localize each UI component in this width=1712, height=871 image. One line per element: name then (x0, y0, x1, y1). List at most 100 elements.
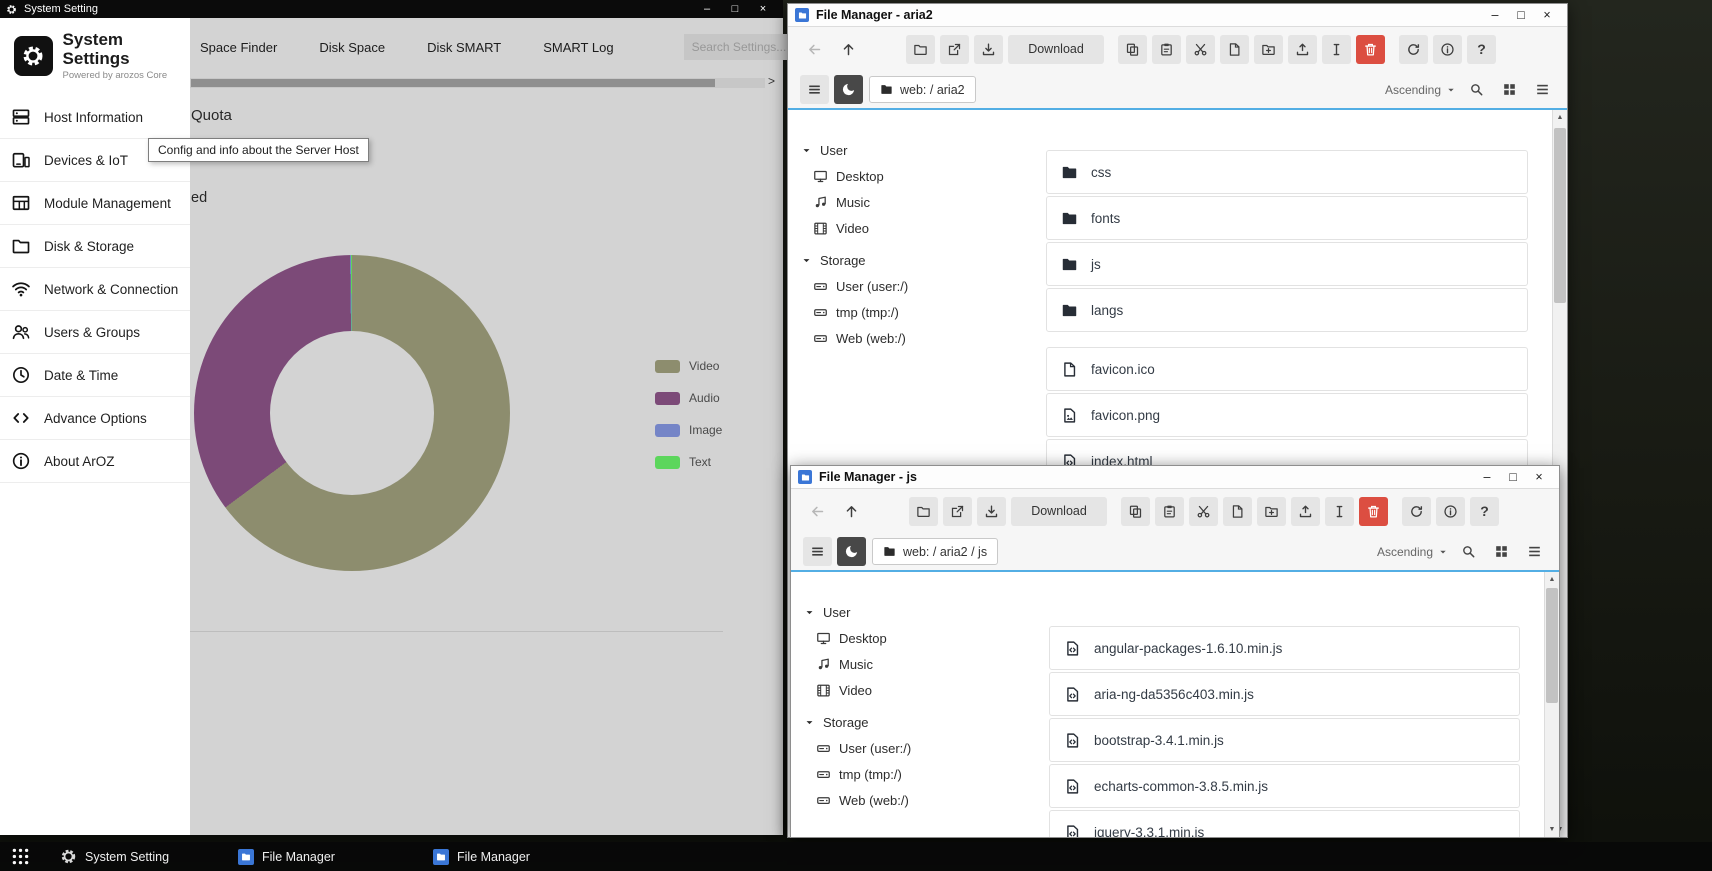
tree-item-web-drive[interactable]: Web (web:/) (804, 787, 1041, 813)
settings-search-input[interactable] (684, 34, 794, 60)
delete-button[interactable] (1356, 35, 1385, 64)
theme-toggle-button[interactable] (834, 75, 863, 104)
sidebar-item-date-time[interactable]: Date & Time (0, 354, 190, 397)
cut-button[interactable] (1186, 35, 1215, 64)
tree-group-user[interactable]: User (804, 599, 1041, 625)
open-folder-button[interactable] (909, 497, 938, 526)
maximize-button[interactable]: □ (1500, 470, 1526, 484)
tree-item-desktop[interactable]: Desktop (804, 625, 1041, 651)
file-row[interactable]: aria-ng-da5356c403.min.js (1049, 672, 1520, 716)
download-button[interactable]: Download (1008, 35, 1104, 64)
up-button[interactable] (837, 497, 866, 526)
file-row[interactable]: favicon.png (1046, 393, 1528, 437)
paste-button[interactable] (1155, 497, 1184, 526)
sidebar-item-disk-storage[interactable]: Disk & Storage (0, 225, 190, 268)
tree-item-video[interactable]: Video (804, 677, 1041, 703)
tree-item-tmp-drive[interactable]: tmp (tmp:/) (801, 299, 1038, 325)
titlebar[interactable]: File Manager - js – □ × (791, 466, 1559, 489)
minimize-button[interactable]: – (1482, 8, 1508, 22)
up-button[interactable] (834, 35, 863, 64)
tab-scrollbar-thumb[interactable] (191, 79, 715, 87)
copy-button[interactable] (1121, 497, 1150, 526)
tree-group-storage[interactable]: Storage (801, 247, 1038, 273)
tree-item-desktop[interactable]: Desktop (801, 163, 1038, 189)
help-button[interactable]: ? (1470, 497, 1499, 526)
file-row[interactable]: js (1046, 242, 1528, 286)
legend-item-image[interactable]: Image (655, 423, 722, 437)
legend-item-video[interactable]: Video (655, 359, 722, 373)
tab-space-finder[interactable]: Space Finder (200, 40, 277, 55)
maximize-button[interactable]: □ (721, 3, 749, 15)
open-folder-button[interactable] (906, 35, 935, 64)
file-row[interactable]: bootstrap-3.4.1.min.js (1049, 718, 1520, 762)
paste-button[interactable] (1152, 35, 1181, 64)
delete-button[interactable] (1359, 497, 1388, 526)
sidebar-item-users-groups[interactable]: Users & Groups (0, 311, 190, 354)
refresh-button[interactable] (1402, 497, 1431, 526)
rename-button[interactable] (1325, 497, 1354, 526)
file-row[interactable]: angular-packages-1.6.10.min.js (1049, 626, 1520, 670)
tree-item-user-drive[interactable]: User (user:/) (804, 735, 1041, 761)
tree-item-video[interactable]: Video (801, 215, 1038, 241)
download-icon-button[interactable] (977, 497, 1006, 526)
file-row[interactable]: css (1046, 150, 1528, 194)
legend-item-audio[interactable]: Audio (655, 391, 722, 405)
new-file-button[interactable] (1220, 35, 1249, 64)
grid-view-button[interactable] (1488, 539, 1514, 565)
open-in-new-window-button[interactable] (943, 497, 972, 526)
apps-grid-button[interactable] (10, 846, 31, 867)
download-button[interactable]: Download (1011, 497, 1107, 526)
info-button[interactable] (1436, 497, 1465, 526)
sidebar-item-about-aroz[interactable]: About ArOZ (0, 440, 190, 483)
tree-item-tmp-drive[interactable]: tmp (tmp:/) (804, 761, 1041, 787)
sidebar-item-advance-options[interactable]: Advance Options (0, 397, 190, 440)
close-button[interactable]: × (749, 3, 777, 15)
tree-item-web-drive[interactable]: Web (web:/) (801, 325, 1038, 351)
new-file-button[interactable] (1223, 497, 1252, 526)
minimize-button[interactable]: – (693, 3, 721, 15)
sort-order-select[interactable]: Ascending (1385, 83, 1456, 97)
back-button[interactable] (800, 35, 829, 64)
file-row[interactable]: fonts (1046, 196, 1528, 240)
sidebar-item-network-connection[interactable]: Network & Connection (0, 268, 190, 311)
minimize-button[interactable]: – (1474, 470, 1500, 484)
list-view-button[interactable] (1529, 77, 1555, 103)
cut-button[interactable] (1189, 497, 1218, 526)
open-in-new-window-button[interactable] (940, 35, 969, 64)
back-button[interactable] (803, 497, 832, 526)
titlebar[interactable]: File Manager - aria2 – □ × (788, 4, 1567, 27)
file-row[interactable]: jquery-3.3.1.min.js (1049, 810, 1520, 838)
search-button[interactable] (1455, 539, 1481, 565)
upload-button[interactable] (1288, 35, 1317, 64)
list-view-button[interactable] (1521, 539, 1547, 565)
scroll-up-button[interactable]: ▲ (1553, 110, 1567, 125)
scrollbar-thumb[interactable] (1546, 588, 1558, 703)
tab-disk-smart[interactable]: Disk SMART (427, 40, 501, 55)
file-row[interactable]: langs (1046, 288, 1528, 332)
legend-item-text[interactable]: Text (655, 455, 722, 469)
help-button[interactable]: ? (1467, 35, 1496, 64)
vertical-scrollbar[interactable]: ▲ ▼ (1544, 572, 1559, 837)
tree-item-user-drive[interactable]: User (user:/) (801, 273, 1038, 299)
file-row[interactable]: favicon.ico (1046, 347, 1528, 391)
menu-button[interactable] (803, 537, 832, 566)
scroll-right-arrow[interactable]: > (768, 74, 775, 88)
rename-button[interactable] (1322, 35, 1351, 64)
tree-group-storage[interactable]: Storage (804, 709, 1041, 735)
menu-button[interactable] (800, 75, 829, 104)
search-button[interactable] (1463, 77, 1489, 103)
scrollbar-thumb[interactable] (1554, 128, 1566, 303)
download-icon-button[interactable] (974, 35, 1003, 64)
tree-item-music[interactable]: Music (801, 189, 1038, 215)
titlebar[interactable]: System Setting – □ × (0, 0, 783, 18)
tab-scrollbar[interactable] (190, 78, 765, 88)
grid-view-button[interactable] (1496, 77, 1522, 103)
file-row[interactable]: echarts-common-3.8.5.min.js (1049, 764, 1520, 808)
theme-toggle-button[interactable] (837, 537, 866, 566)
sidebar-item-module-management[interactable]: Module Management (0, 182, 190, 225)
tab-disk-space[interactable]: Disk Space (319, 40, 385, 55)
breadcrumb[interactable]: web: / aria2 (869, 76, 976, 103)
close-button[interactable]: × (1534, 8, 1560, 22)
info-button[interactable] (1433, 35, 1462, 64)
refresh-button[interactable] (1399, 35, 1428, 64)
